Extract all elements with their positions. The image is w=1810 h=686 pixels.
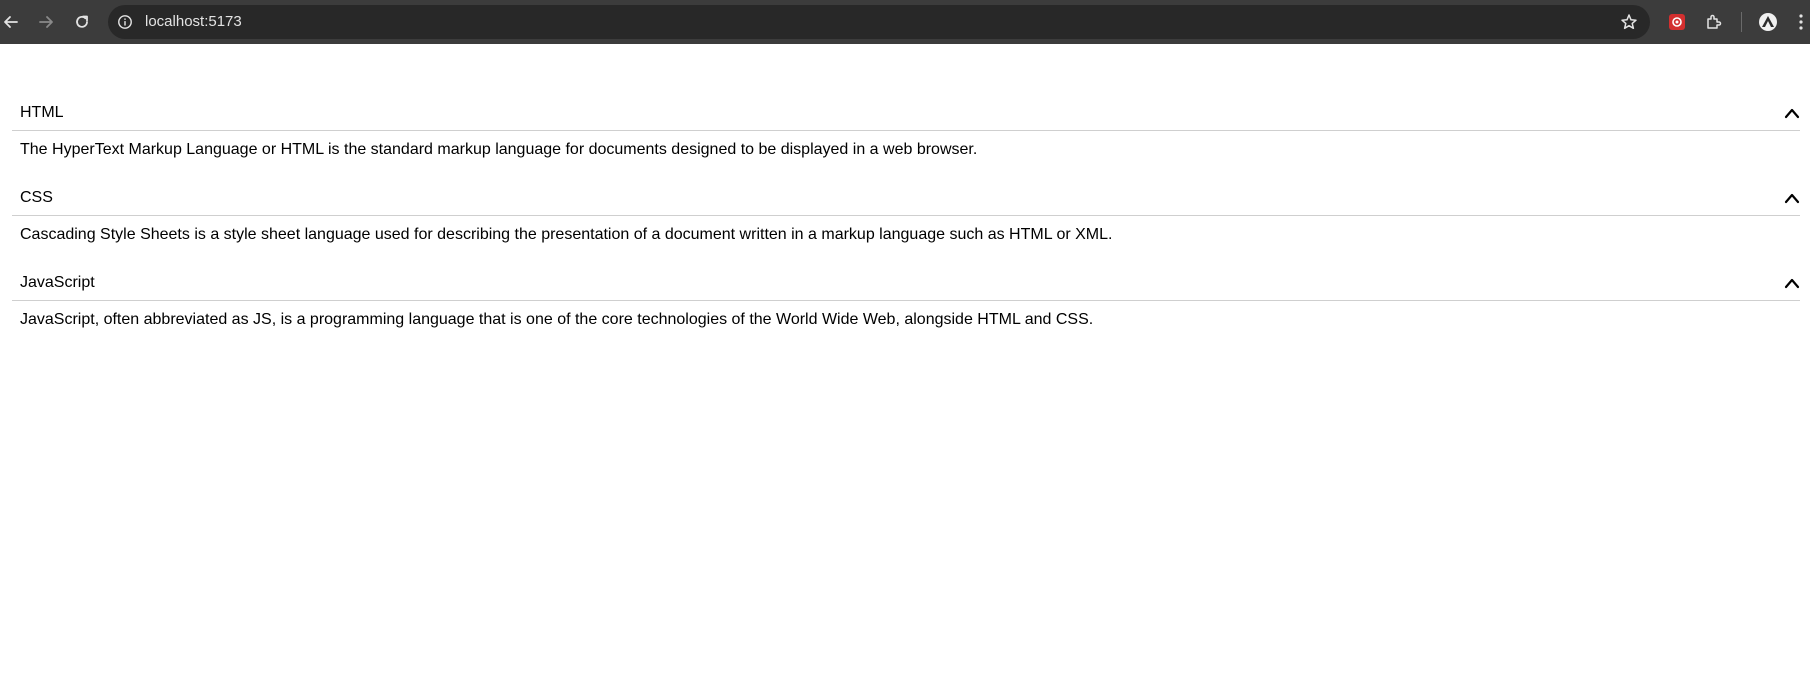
- arrow-right-icon: [39, 16, 53, 28]
- reload-icon: [76, 15, 88, 28]
- address-bar[interactable]: localhost:5173: [108, 5, 1650, 39]
- toolbar-divider: [1741, 12, 1742, 32]
- bookmark-star-icon[interactable]: [1620, 13, 1638, 31]
- extension-icon[interactable]: [1666, 11, 1688, 33]
- back-button[interactable]: [0, 11, 22, 33]
- accordion-header-html[interactable]: HTML: [12, 88, 1800, 131]
- browser-toolbar: localhost:5173: [0, 0, 1810, 44]
- chevron-up-icon[interactable]: [1784, 276, 1800, 290]
- forward-button[interactable]: [35, 11, 57, 33]
- url-text[interactable]: localhost:5173: [145, 14, 242, 30]
- arrow-left-icon: [4, 16, 18, 28]
- accordion-body-css: Cascading Style Sheets is a style sheet …: [20, 226, 1113, 243]
- page-content: HTML The HyperText Markup Language or HT…: [0, 44, 1810, 686]
- chevron-up-icon[interactable]: [1784, 106, 1800, 120]
- reload-button[interactable]: [71, 11, 93, 33]
- accordion-body-html: The HyperText Markup Language or HTML is…: [20, 141, 978, 158]
- chevron-up-icon[interactable]: [1784, 191, 1800, 205]
- accordion-title: JavaScript: [20, 274, 95, 291]
- accordion-header-javascript[interactable]: JavaScript: [12, 258, 1800, 301]
- extensions-puzzle-icon[interactable]: [1703, 11, 1725, 33]
- accordion-title: HTML: [20, 104, 64, 121]
- accordion-title: CSS: [20, 189, 53, 206]
- accordion-header-css[interactable]: CSS: [12, 173, 1800, 216]
- browser-menu-button[interactable]: [1795, 11, 1807, 33]
- more-vert-icon: [1799, 14, 1803, 30]
- accordion-body-javascript: JavaScript, often abbreviated as JS, is …: [20, 311, 1094, 328]
- site-info-icon[interactable]: [116, 13, 134, 31]
- profile-avatar[interactable]: [1757, 11, 1779, 33]
